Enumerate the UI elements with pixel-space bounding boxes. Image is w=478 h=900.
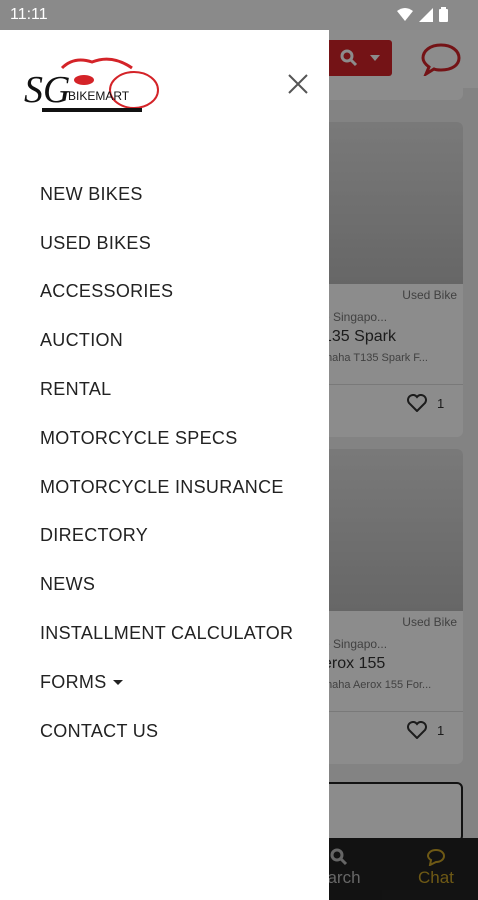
- menu-item-label: NEW BIKES: [40, 183, 143, 204]
- status-bar: 11:11: [0, 0, 478, 30]
- menu-item-label: FORMS: [40, 671, 107, 692]
- menu-item-forms[interactable]: FORMS: [40, 658, 293, 707]
- menu-item-directory[interactable]: DIRECTORY: [40, 512, 293, 561]
- status-time: 11:11: [10, 6, 48, 23]
- logo-wordmark: BIKEMART: [68, 89, 130, 103]
- signal-icon: [419, 7, 433, 22]
- menu-item-contact-us[interactable]: CONTACT US: [40, 707, 293, 756]
- menu-item-news[interactable]: NEWS: [40, 560, 293, 609]
- menu-item-label: NEWS: [40, 574, 96, 595]
- menu-item-label: CONTACT US: [40, 720, 159, 741]
- menu-item-motorcycle-specs[interactable]: MOTORCYCLE SPECS: [40, 414, 293, 463]
- menu-item-installment-calculator[interactable]: INSTALLMENT CALCULATOR: [40, 609, 293, 658]
- menu-item-used-bikes[interactable]: USED BIKES: [40, 219, 293, 268]
- close-icon: [288, 74, 308, 94]
- close-drawer-button[interactable]: [286, 72, 310, 96]
- menu-item-label: INSTALLMENT CALCULATOR: [40, 623, 294, 644]
- menu-item-label: ACCESSORIES: [40, 281, 174, 302]
- drawer-menu: NEW BIKES USED BIKES ACCESSORIES AUCTION…: [40, 170, 293, 756]
- logo-main-text: SG: [24, 69, 70, 111]
- status-icons: [397, 7, 448, 22]
- menu-item-label: RENTAL: [40, 379, 112, 400]
- caret-down-icon: [112, 679, 123, 685]
- navigation-drawer: SG BIKEMART NEW BIKES USED BIKES ACCESSO…: [0, 30, 329, 900]
- menu-item-motorcycle-insurance[interactable]: MOTORCYCLE INSURANCE: [40, 463, 293, 512]
- menu-item-rental[interactable]: RENTAL: [40, 365, 293, 414]
- menu-item-label: DIRECTORY: [40, 525, 149, 546]
- sgbikemart-logo: SG BIKEMART: [24, 57, 159, 112]
- wifi-icon: [397, 7, 413, 21]
- battery-icon: [439, 7, 448, 22]
- menu-item-label: MOTORCYCLE SPECS: [40, 427, 238, 448]
- menu-item-auction[interactable]: AUCTION: [40, 316, 293, 365]
- menu-item-label: MOTORCYCLE INSURANCE: [40, 476, 284, 497]
- menu-item-accessories[interactable]: ACCESSORIES: [40, 268, 293, 317]
- menu-item-new-bikes[interactable]: NEW BIKES: [40, 170, 293, 219]
- menu-item-label: USED BIKES: [40, 232, 152, 253]
- menu-item-label: AUCTION: [40, 330, 124, 351]
